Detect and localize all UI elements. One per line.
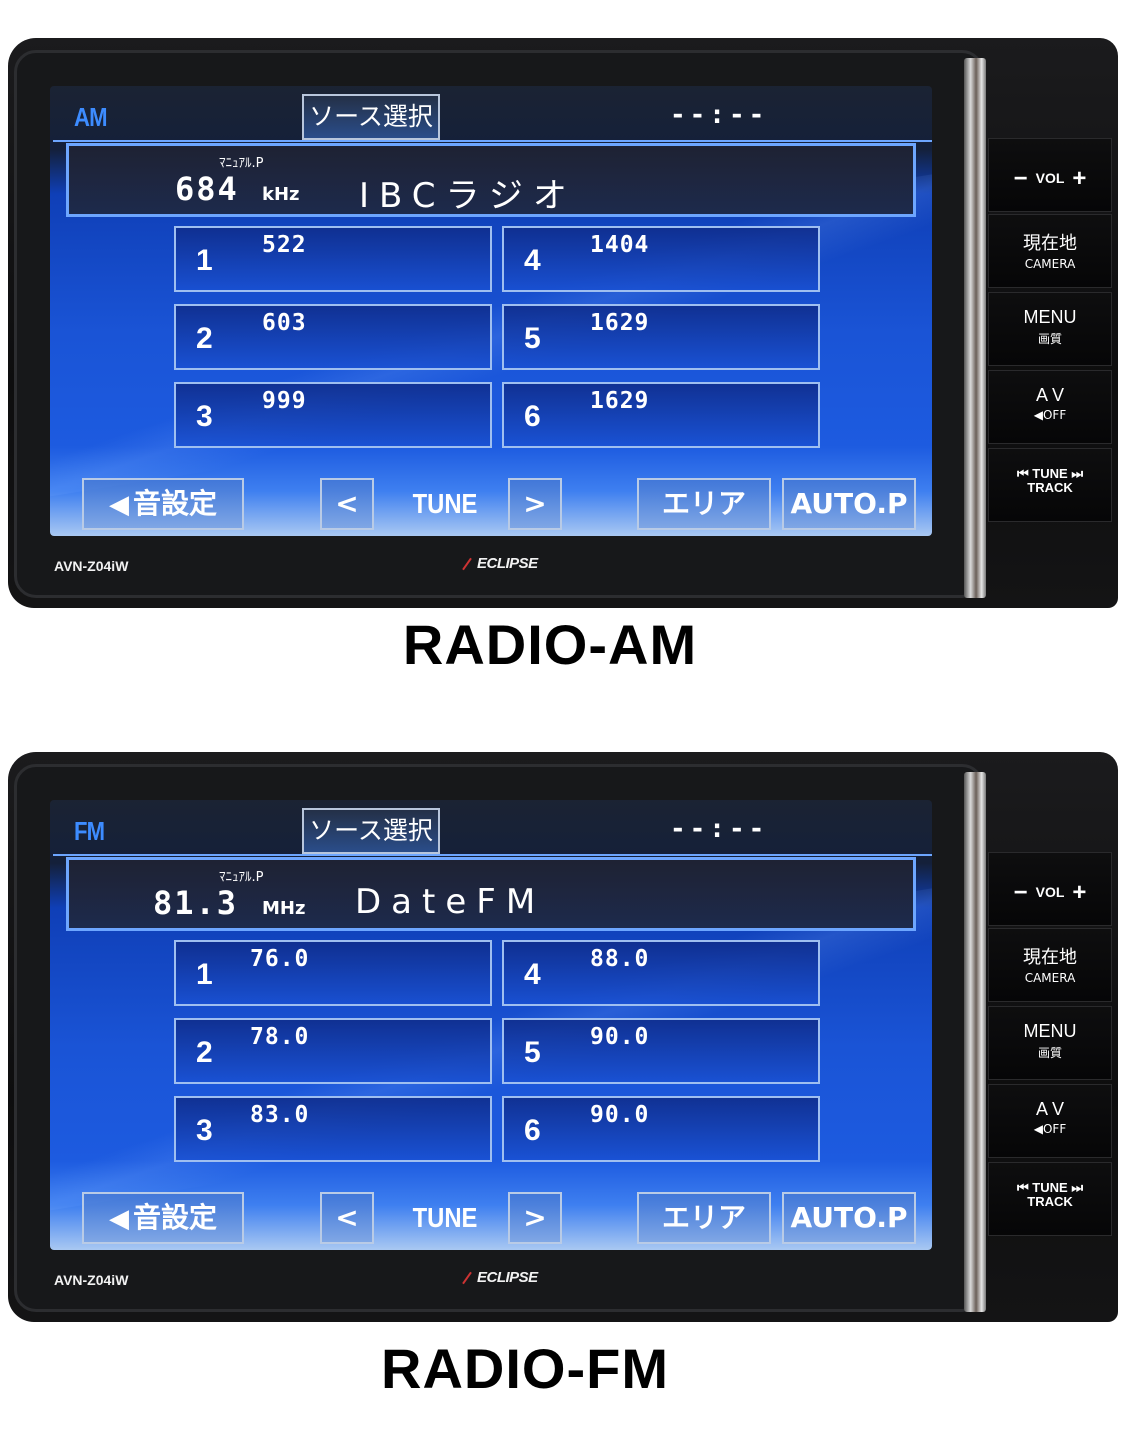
brand-logo: ECLIPSE: [460, 1269, 538, 1286]
preset-number: 2: [196, 322, 213, 355]
tune-track-rocker[interactable]: ⏮ TUNE ⏭ TRACK: [988, 448, 1112, 522]
speaker-icon: ◀: [108, 490, 129, 520]
preset-frequency: 90.0: [590, 1102, 650, 1128]
preset-number: 6: [524, 400, 541, 433]
preset-frequency: 88.0: [590, 946, 650, 972]
next-track-icon[interactable]: ⏭: [1071, 466, 1083, 481]
preset-number: 3: [196, 400, 213, 433]
preset-button-5[interactable]: 5 90.0: [502, 1018, 820, 1084]
tune-down-button[interactable]: <: [320, 1192, 374, 1244]
area-button[interactable]: エリア: [637, 478, 771, 530]
touch-screen: FM ソース選択 --:-- ﾏﾆｭｱﾙ.P 81.3 MHz DateFM 1…: [50, 800, 932, 1250]
frequency-unit: MHz: [262, 898, 306, 919]
auto-preset-button[interactable]: AUTO.P: [782, 478, 916, 530]
tune-down-button[interactable]: <: [320, 478, 374, 530]
head-unit-fm: FM ソース選択 --:-- ﾏﾆｭｱﾙ.P 81.3 MHz DateFM 1…: [8, 752, 1118, 1322]
preset-number: 5: [524, 1036, 541, 1069]
chrome-trim: [964, 772, 986, 1312]
caption-radio-am: RADIO-AM: [402, 613, 698, 676]
preset-number: 4: [524, 958, 541, 991]
tune-up-button[interactable]: >: [508, 478, 562, 530]
preset-frequency: 78.0: [250, 1024, 310, 1050]
av-button[interactable]: A V ◀OFF: [988, 370, 1112, 444]
preset-button-6[interactable]: 6 1629: [502, 382, 820, 448]
brand-logo: ECLIPSE: [460, 555, 538, 572]
chrome-trim: [964, 58, 986, 598]
current-location-button[interactable]: 現在地 CAMERA: [988, 214, 1112, 288]
preset-number: 4: [524, 244, 541, 277]
preset-button-2[interactable]: 2 603: [174, 304, 492, 370]
preset-mode-label: ﾏﾆｭｱﾙ.P: [219, 870, 264, 885]
station-name: IBCラジオ: [359, 176, 577, 216]
preset-mode-label: ﾏﾆｭｱﾙ.P: [219, 156, 264, 171]
menu-button[interactable]: MENU 画質: [988, 292, 1112, 366]
preset-button-4[interactable]: 4 88.0: [502, 940, 820, 1006]
preset-frequency: 522: [262, 232, 307, 258]
clock: --:--: [670, 814, 769, 844]
preset-button-2[interactable]: 2 78.0: [174, 1018, 492, 1084]
frequency-unit: kHz: [262, 184, 300, 205]
band-label: FM: [74, 816, 105, 846]
preset-frequency: 90.0: [590, 1024, 650, 1050]
preset-button-4[interactable]: 4 1404: [502, 226, 820, 292]
station-name: DateFM: [355, 882, 546, 922]
head-unit-am: AM ソース選択 --:-- ﾏﾆｭｱﾙ.P 684 kHz IBCラジオ 1 …: [8, 38, 1118, 608]
preset-button-6[interactable]: 6 90.0: [502, 1096, 820, 1162]
current-frequency: 684: [175, 170, 239, 208]
station-info-panel: ﾏﾆｭｱﾙ.P 81.3 MHz DateFM: [53, 854, 932, 931]
volume-rocker[interactable]: − VOL +: [988, 138, 1112, 212]
sound-settings-button[interactable]: ◀ 音設定: [82, 1192, 244, 1244]
preset-number: 5: [524, 322, 541, 355]
tune-label: TUNE: [412, 488, 478, 519]
preset-frequency: 1629: [590, 310, 650, 336]
volume-up-icon[interactable]: +: [1072, 879, 1086, 906]
clock: --:--: [670, 100, 769, 130]
tune-label: TUNE: [412, 1202, 478, 1233]
volume-up-icon[interactable]: +: [1072, 165, 1086, 192]
touch-screen: AM ソース選択 --:-- ﾏﾆｭｱﾙ.P 684 kHz IBCラジオ 1 …: [50, 86, 932, 536]
preset-number: 1: [196, 244, 213, 277]
preset-frequency: 83.0: [250, 1102, 310, 1128]
sound-settings-button[interactable]: ◀ 音設定: [82, 478, 244, 530]
preset-button-3[interactable]: 3 83.0: [174, 1096, 492, 1162]
band-label: AM: [74, 102, 108, 132]
preset-number: 3: [196, 1114, 213, 1147]
caption-radio-fm: RADIO-FM: [381, 1337, 669, 1400]
tune-up-button[interactable]: >: [508, 1192, 562, 1244]
auto-preset-button[interactable]: AUTO.P: [782, 1192, 916, 1244]
source-select-button[interactable]: ソース選択: [302, 94, 440, 140]
preset-frequency: 1629: [590, 388, 650, 414]
preset-button-1[interactable]: 1 522: [174, 226, 492, 292]
current-frequency: 81.3: [153, 884, 239, 922]
previous-track-icon[interactable]: ⏮: [1017, 1180, 1029, 1195]
speaker-icon: ◀: [108, 1204, 129, 1234]
previous-track-icon[interactable]: ⏮: [1017, 466, 1029, 481]
volume-rocker[interactable]: − VOL +: [988, 852, 1112, 926]
next-track-icon[interactable]: ⏭: [1071, 1180, 1083, 1195]
preset-button-5[interactable]: 5 1629: [502, 304, 820, 370]
model-label: AVN-Z04iW: [54, 1272, 129, 1288]
preset-button-1[interactable]: 1 76.0: [174, 940, 492, 1006]
current-location-button[interactable]: 現在地 CAMERA: [988, 928, 1112, 1002]
preset-number: 6: [524, 1114, 541, 1147]
station-info-panel: ﾏﾆｭｱﾙ.P 684 kHz IBCラジオ: [53, 140, 932, 217]
source-select-button[interactable]: ソース選択: [302, 808, 440, 854]
av-button[interactable]: A V ◀OFF: [988, 1084, 1112, 1158]
preset-number: 2: [196, 1036, 213, 1069]
preset-frequency: 999: [262, 388, 307, 414]
volume-down-icon[interactable]: −: [1014, 165, 1028, 192]
preset-button-3[interactable]: 3 999: [174, 382, 492, 448]
menu-button[interactable]: MENU 画質: [988, 1006, 1112, 1080]
tune-track-rocker[interactable]: ⏮ TUNE ⏭ TRACK: [988, 1162, 1112, 1236]
model-label: AVN-Z04iW: [54, 558, 129, 574]
preset-frequency: 76.0: [250, 946, 310, 972]
preset-number: 1: [196, 958, 213, 991]
preset-frequency: 603: [262, 310, 307, 336]
area-button[interactable]: エリア: [637, 1192, 771, 1244]
volume-down-icon[interactable]: −: [1014, 879, 1028, 906]
preset-frequency: 1404: [590, 232, 650, 258]
